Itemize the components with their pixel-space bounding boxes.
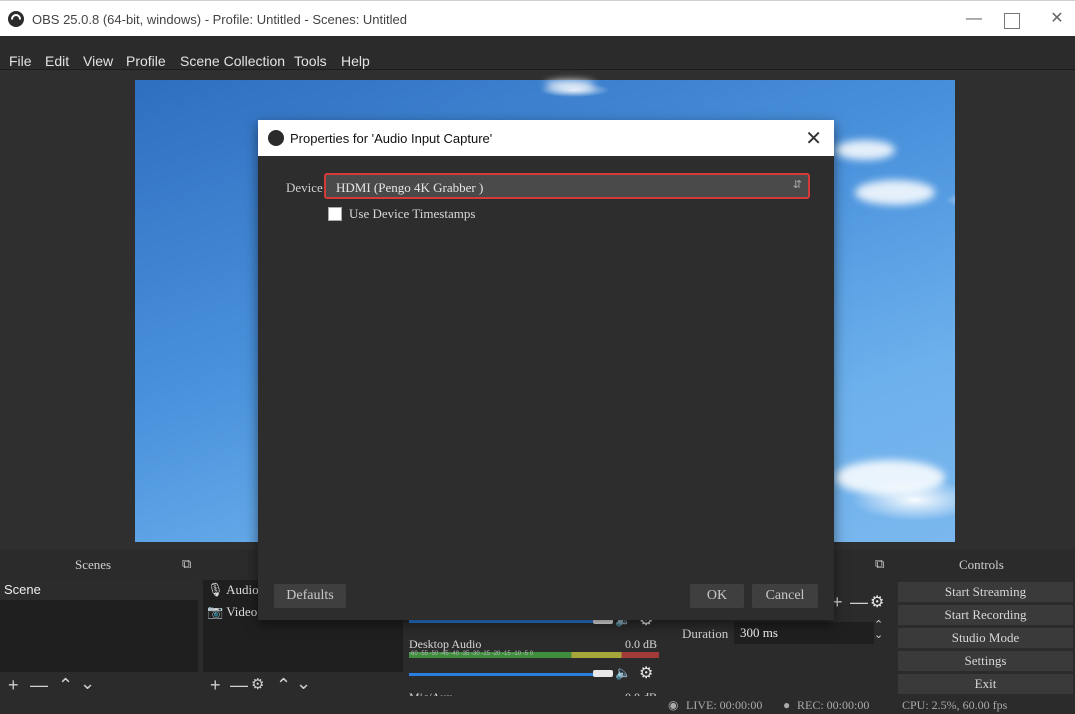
source-gear-icon[interactable]: ⚙ <box>251 675 264 693</box>
maximize-icon[interactable] <box>1004 13 1020 29</box>
duration-input[interactable]: 300 ms <box>734 622 874 644</box>
menu-profile[interactable]: Profile <box>126 53 166 69</box>
window-title: OBS 25.0.8 (64-bit, windows) - Profile: … <box>32 12 407 27</box>
properties-dialog: Properties for 'Audio Input Capture' ✕ D… <box>258 120 834 620</box>
menu-scene-collection[interactable]: Scene Collection <box>180 53 285 69</box>
use-device-timestamps-checkbox[interactable] <box>328 207 342 221</box>
defaults-button[interactable]: Defaults <box>274 584 346 608</box>
cpu-status: CPU: 2.5%, 60.00 fps <box>902 698 1008 712</box>
exit-button[interactable]: Exit <box>898 674 1073 694</box>
cloud-shape <box>835 140 895 160</box>
cloud-shape <box>545 80 595 90</box>
cloud-shape <box>835 460 945 495</box>
add-scene-button[interactable]: + <box>8 675 19 696</box>
close-icon[interactable]: ✕ <box>1047 9 1067 29</box>
microphone-icon: 🎙 <box>207 582 224 597</box>
meter-scale: -60 -55 -50 -45 -40 -35 -30 -25 -20 -15 … <box>409 651 534 657</box>
device-select[interactable]: HDMI (Pengo 4K Grabber ) ⇵ <box>324 173 810 199</box>
duration-stepper-icon[interactable]: ⌃ ⌄ <box>874 620 883 641</box>
menu-view[interactable]: View <box>83 53 113 69</box>
move-down-icon[interactable]: ⌄ <box>296 673 311 694</box>
remove-source-button[interactable]: — <box>230 675 248 696</box>
move-down-icon[interactable]: ⌄ <box>80 673 95 694</box>
menu-file[interactable]: File <box>9 53 32 69</box>
controls-panel: Start Streaming Start Recording Studio M… <box>896 580 1075 694</box>
gear-icon[interactable]: ⚙ <box>639 663 653 683</box>
rec-status: REC: 00:00:00 <box>797 698 870 712</box>
duration-label: Duration <box>682 626 729 641</box>
undock-icon[interactable]: ⧉ <box>182 556 191 572</box>
menu-help[interactable]: Help <box>341 53 370 69</box>
rec-indicator-icon: ● <box>783 698 791 712</box>
ok-button[interactable]: OK <box>690 584 744 608</box>
menu-bar: File Edit View Profile Scene Collection … <box>0 36 1075 70</box>
move-up-icon[interactable]: ⌃ <box>58 675 73 696</box>
start-recording-button[interactable]: Start Recording <box>898 605 1073 625</box>
obs-logo-icon <box>8 11 24 27</box>
speaker-icon[interactable]: 🔈 <box>615 665 631 681</box>
minimize-icon[interactable]: — <box>964 9 984 29</box>
device-select-value: HDMI (Pengo 4K Grabber ) <box>336 180 484 195</box>
cancel-button[interactable]: Cancel <box>752 584 818 608</box>
controls-title: Controls <box>959 557 1004 572</box>
live-status: LIVE: 00:00:00 <box>686 698 763 712</box>
volume-slider[interactable] <box>409 673 599 676</box>
add-source-button[interactable]: + <box>210 675 221 696</box>
remove-transition-button[interactable]: — <box>850 592 868 613</box>
select-arrows-icon: ⇵ <box>792 179 802 191</box>
gear-icon[interactable]: ⚙ <box>870 592 884 612</box>
source-label: Video <box>226 604 258 619</box>
dialog-title: Properties for 'Audio Input Capture' <box>290 131 493 146</box>
scene-list-item[interactable]: Scene <box>0 580 198 600</box>
source-item[interactable]: 📷 Video <box>207 604 257 620</box>
dialog-titlebar: Properties for 'Audio Input Capture' ✕ <box>258 120 834 156</box>
menu-edit[interactable]: Edit <box>45 53 69 69</box>
close-icon[interactable]: ✕ <box>805 126 822 151</box>
menu-tools[interactable]: Tools <box>294 53 327 69</box>
volume-slider[interactable] <box>409 620 599 623</box>
status-bar: ◉ LIVE: 00:00:00 ● REC: 00:00:00 CPU: 2.… <box>0 696 1075 714</box>
studio-mode-button[interactable]: Studio Mode <box>898 628 1073 648</box>
scenes-panel: Scene <box>0 580 198 672</box>
live-indicator-icon: ◉ <box>668 698 679 712</box>
desktop-audio-db: 0.0 dB <box>625 637 658 651</box>
camera-icon: 📷 <box>207 604 224 619</box>
cloud-shape <box>855 180 935 205</box>
settings-button[interactable]: Settings <box>898 651 1073 671</box>
move-up-icon[interactable]: ⌃ <box>276 675 291 696</box>
device-label: Device <box>286 180 323 195</box>
start-streaming-button[interactable]: Start Streaming <box>898 582 1073 602</box>
use-device-timestamps-label: Use Device Timestamps <box>349 206 476 221</box>
obs-logo-icon <box>268 130 284 146</box>
window-titlebar: OBS 25.0.8 (64-bit, windows) - Profile: … <box>0 0 1075 36</box>
scenes-title: Scenes <box>75 557 112 572</box>
desktop-audio-label: Desktop Audio <box>409 637 482 651</box>
source-item[interactable]: 🎙 Audio <box>207 582 259 598</box>
undock-icon[interactable]: ⧉ <box>875 556 884 572</box>
remove-scene-button[interactable]: — <box>30 675 48 696</box>
volume-slider-knob[interactable] <box>593 670 613 677</box>
source-label: Audio <box>226 582 259 597</box>
